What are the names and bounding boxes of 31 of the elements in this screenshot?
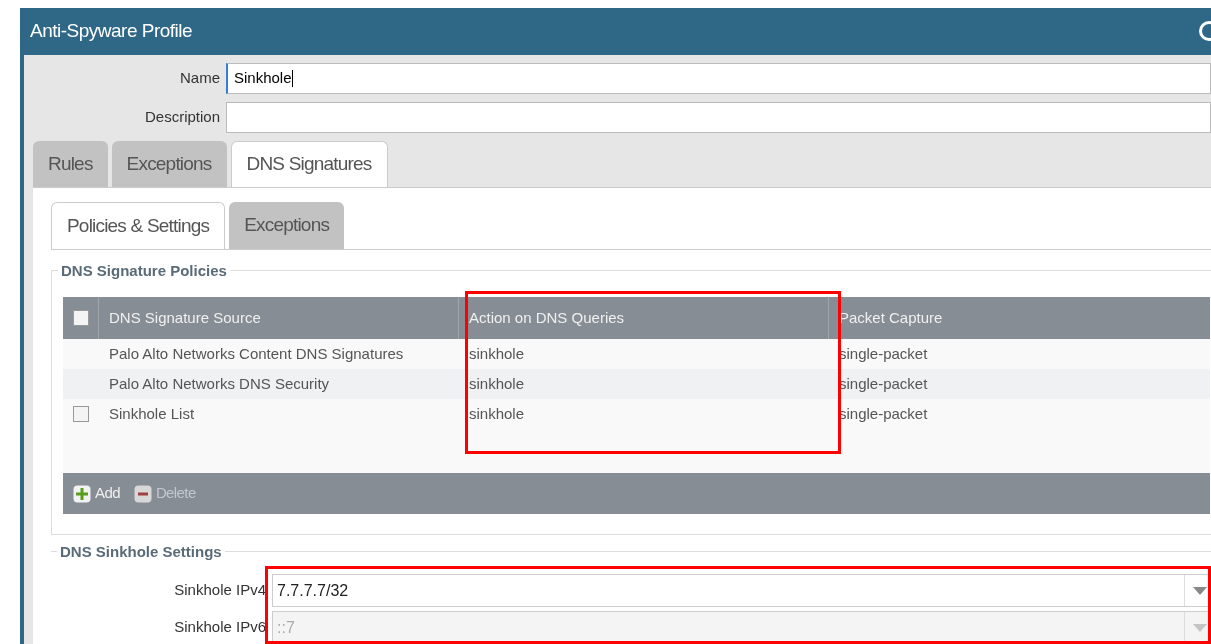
table-cell: Palo Alto Networks Content DNS Signatures bbox=[109, 344, 404, 362]
field-label: Name bbox=[179, 68, 221, 89]
table-cell: sinkhole bbox=[469, 374, 525, 392]
table-cell: Palo Alto Networks DNS Security bbox=[109, 374, 330, 392]
table-cell: single-packet bbox=[839, 374, 928, 392]
table-cell: single-packet bbox=[839, 404, 928, 422]
table-cell: single-packet bbox=[839, 344, 928, 362]
text-field[interactable]: Sinkhole bbox=[226, 63, 1211, 94]
tab[interactable]: Exceptions bbox=[111, 141, 227, 187]
dropdown-arrow-icon bbox=[1192, 586, 1207, 595]
add-button[interactable]: Add bbox=[73, 482, 120, 505]
minus-icon bbox=[133, 484, 152, 503]
field-label: Sinkhole IPv4 bbox=[173, 580, 267, 601]
tab[interactable]: Policies & Settings bbox=[51, 202, 226, 249]
table-cell: sinkhole bbox=[469, 404, 525, 422]
table-cell: Sinkhole List bbox=[109, 404, 195, 422]
table-cell: sinkhole bbox=[469, 344, 525, 362]
column-header[interactable]: Action on DNS Queries bbox=[469, 306, 625, 330]
tab[interactable]: Exceptions bbox=[229, 202, 345, 249]
dropdown-arrow-icon bbox=[1192, 623, 1207, 632]
tab[interactable]: Rules bbox=[33, 141, 108, 187]
tab[interactable]: DNS Signatures bbox=[230, 141, 388, 187]
combo-field[interactable]: 7.7.7.7/32 bbox=[272, 574, 1211, 607]
field-label: Sinkhole IPv6 bbox=[173, 617, 267, 638]
plus-icon bbox=[73, 484, 91, 503]
field-label: Description bbox=[143, 107, 221, 128]
checkbox[interactable] bbox=[72, 406, 89, 422]
text-field[interactable] bbox=[226, 102, 1211, 133]
checkbox[interactable] bbox=[72, 310, 89, 326]
window-title: Anti-Spyware Profile bbox=[30, 19, 193, 44]
column-header[interactable]: DNS Signature Source bbox=[109, 306, 261, 330]
